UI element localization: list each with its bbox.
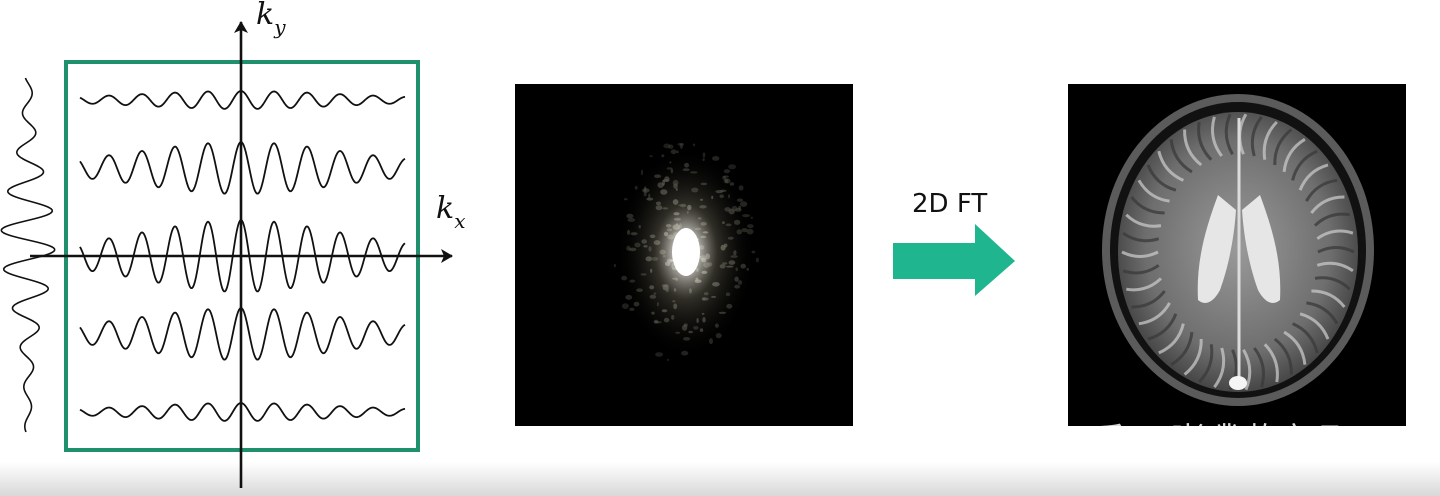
kspace-center [672,228,700,276]
speckle-dot [666,358,670,362]
echo-row-wave [79,402,406,422]
speckle-dot [613,263,617,268]
speckle-dot [728,164,736,170]
speckle-dot [692,143,696,147]
ky-axis-label: ky [256,0,286,39]
echo-row-wave [79,307,406,361]
transform-arrow [893,224,1015,296]
mri-diagram: ky kx 2D FT 知乎 @嘭噗啪嚓吧 [0,0,1406,488]
speckle-dot [663,143,671,149]
watermark: 知乎 @嘭噗啪嚓吧 [1058,421,1341,461]
speckle-dot [655,352,664,357]
kx-axis-label: kx [436,191,465,233]
speckle-dot [649,155,653,158]
speckle-dot [755,257,760,263]
echo-row-wave [79,90,406,110]
brain-mri-image [1068,84,1406,426]
echo-row-wave [79,141,406,195]
kspace-image [515,84,853,426]
transform-label: 2D FT [912,189,987,219]
kspace-diagram: ky kx [0,0,465,488]
